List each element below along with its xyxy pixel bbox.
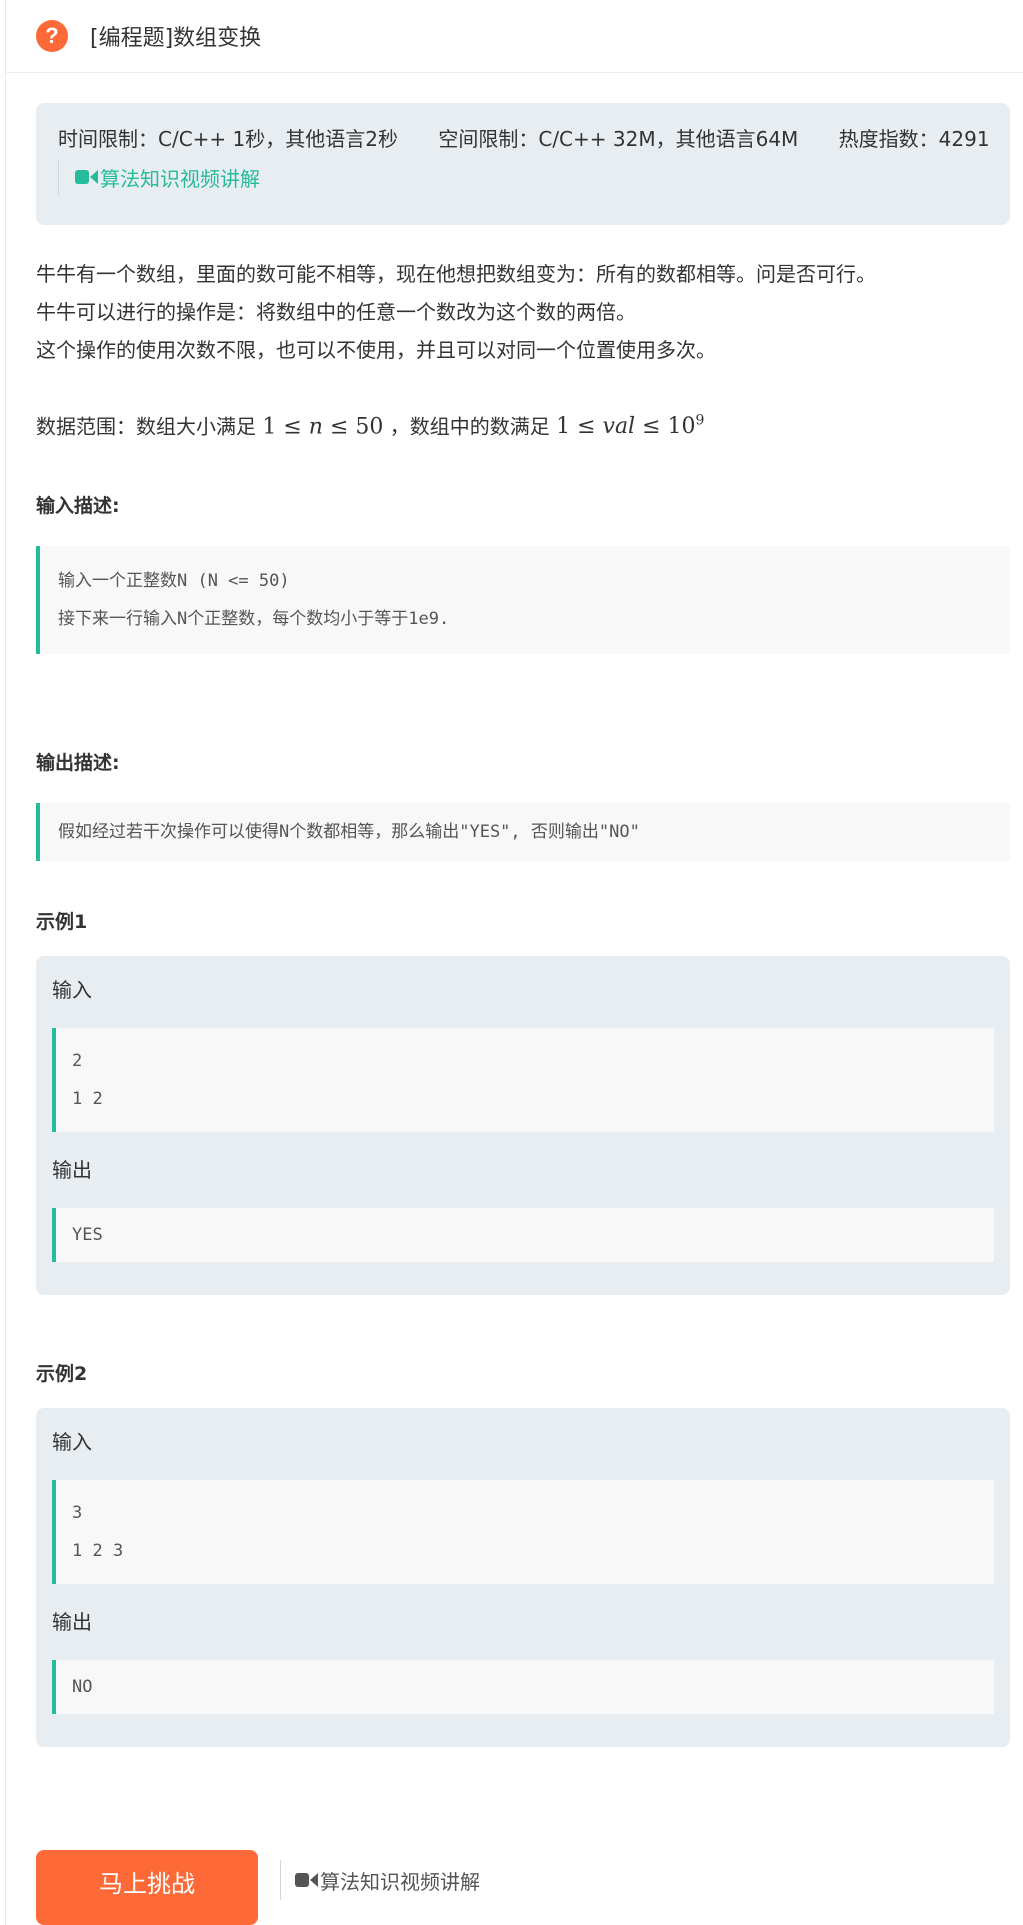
description-line: 牛牛有一个数组，里面的数可能不相等，现在他想把数组变为：所有的数都相等。问是否可… [36, 262, 876, 286]
question-icon: ? [36, 20, 68, 52]
problem-content: 时间限制：C/C++ 1秒，其他语言2秒 空间限制：C/C++ 32M，其他语言… [6, 103, 1010, 1748]
code-line: 2 [72, 1051, 83, 1072]
limits-box: 时间限制：C/C++ 1秒，其他语言2秒 空间限制：C/C++ 32M，其他语言… [36, 103, 1010, 225]
input-desc-block: 输入一个正整数N (N <= 50) 接下来一行输入N个正整数，每个数均小于等于… [36, 546, 1010, 655]
input-desc-line: 接下来一行输入N个正整数，每个数均小于等于1e9. [58, 609, 450, 630]
challenge-button[interactable]: 马上挑战 [36, 1850, 258, 1925]
example-output-code: YES [52, 1208, 994, 1263]
time-limit: 时间限制：C/C++ 1秒，其他语言2秒 [58, 127, 398, 151]
example-input-label: 输入 [52, 978, 92, 1003]
range-formula-n: 1 ≤ n ≤ 50 [262, 414, 384, 440]
footer-video-label: 算法知识视频讲解 [320, 1869, 480, 1894]
code-line: NO [72, 1677, 93, 1698]
code-line: 3 [72, 1503, 83, 1524]
example-output-code: NO [52, 1660, 994, 1715]
input-desc-title: 输入描述: [36, 495, 120, 518]
problem-page: ? [编程题]数组变换 时间限制：C/C++ 1秒，其他语言2秒 空间限制：C/… [5, 0, 1023, 1925]
example-input-label: 输入 [52, 1430, 92, 1455]
example-2-title: 示例2 [36, 1363, 88, 1386]
problem-description: 牛牛有一个数组，里面的数可能不相等，现在他想把数组变为：所有的数都相等。问是否可… [36, 255, 1010, 369]
code-line: YES [72, 1225, 103, 1246]
video-camera-icon [75, 170, 98, 184]
video-lecture-label: 算法知识视频讲解 [100, 166, 260, 191]
code-line: 1 2 3 [72, 1541, 124, 1562]
input-desc-line: 输入一个正整数N (N <= 50) [58, 571, 290, 592]
example-2-box: 输入 3 1 2 3 输出 NO [36, 1408, 1010, 1748]
range-formula-val: 1 ≤ val ≤ 109 [556, 413, 705, 440]
example-1-box: 输入 2 1 2 输出 YES [36, 956, 1010, 1296]
output-desc-block: 假如经过若干次操作可以使得N个数都相等，那么输出"YES", 否则输出"NO" [36, 803, 1010, 862]
range-mid: ，数组中的数满足 [383, 414, 557, 439]
output-desc-title: 输出描述: [36, 752, 120, 775]
description-line: 这个操作的使用次数不限，也可以不使用，并且可以对同一个位置使用多次。 [36, 338, 716, 362]
range-prefix: 数据范围：数组大小满足 [36, 414, 263, 439]
problem-title: [编程题]数组变换 [90, 26, 262, 51]
example-1-title: 示例1 [36, 911, 88, 934]
example-input-code: 3 1 2 3 [52, 1480, 994, 1585]
video-camera-icon [295, 1873, 318, 1887]
problem-header: ? [编程题]数组变换 [6, 0, 1023, 73]
example-output-label: 输出 [52, 1158, 92, 1183]
heat-index: 热度指数：4291 [838, 127, 990, 151]
example-output-label: 输出 [52, 1610, 92, 1635]
footer-video-link[interactable]: 算法知识视频讲解 [280, 1860, 480, 1900]
output-desc-line: 假如经过若干次操作可以使得N个数都相等，那么输出"YES", 否则输出"NO" [58, 822, 640, 843]
data-range: 数据范围：数组大小满足 1 ≤ n ≤ 50 ，数组中的数满足 1 ≤ val … [36, 401, 1010, 447]
example-input-code: 2 1 2 [52, 1028, 994, 1133]
limit-row: 时间限制：C/C++ 1秒，其他语言2秒 空间限制：C/C++ 32M，其他语言… [58, 121, 990, 157]
footer-actions: 马上挑战 算法知识视频讲解 [36, 1850, 480, 1925]
code-line: 1 2 [72, 1089, 103, 1110]
video-lecture-link[interactable]: 算法知识视频讲解 [58, 159, 988, 195]
space-limit: 空间限制：C/C++ 32M，其他语言64M [438, 127, 799, 151]
description-line: 牛牛可以进行的操作是：将数组中的任意一个数改为这个数的两倍。 [36, 300, 636, 324]
